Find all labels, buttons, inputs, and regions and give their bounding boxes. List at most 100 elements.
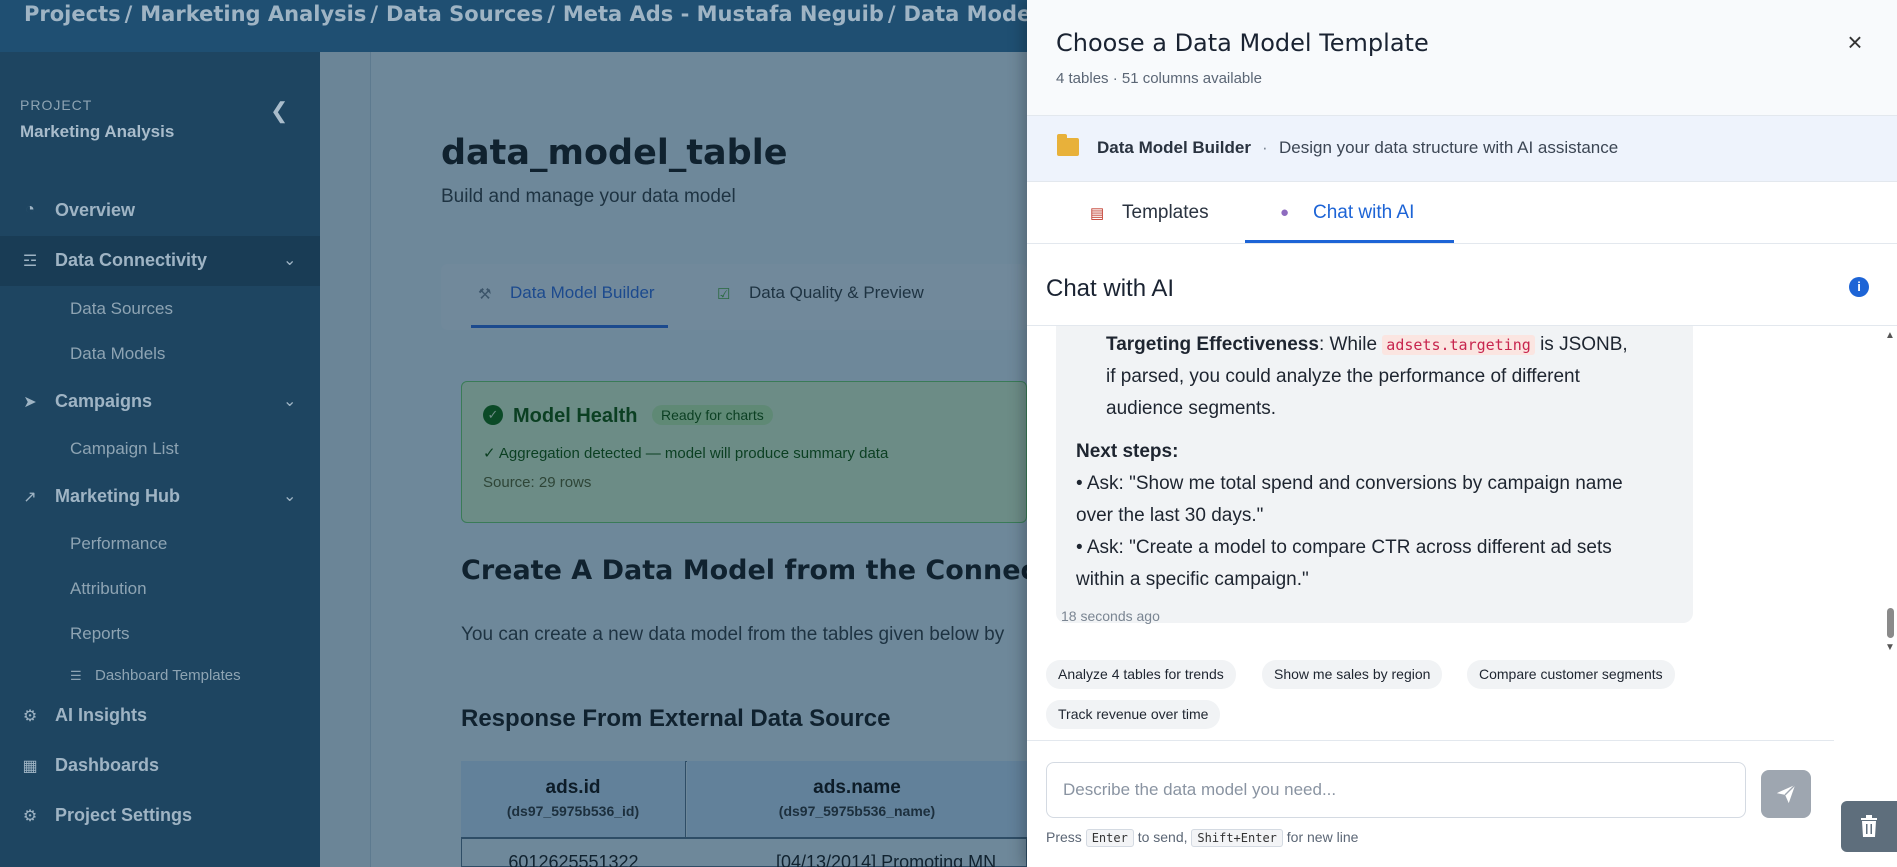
send-button[interactable] xyxy=(1761,770,1811,818)
enter-key: Enter xyxy=(1085,829,1134,847)
section-description: You can create a new data model from the… xyxy=(461,624,1005,645)
table-divider xyxy=(461,837,1027,839)
table-cell: [04/13/2014] Promoting MN xyxy=(776,852,997,867)
line-chart-icon: ↗ xyxy=(23,489,37,506)
info-icon[interactable]: i xyxy=(1849,277,1869,297)
model-health-title: Model Health xyxy=(513,405,638,427)
sidebar-item-project-settings[interactable]: ⚙ Project Settings xyxy=(0,791,320,841)
sidebar-item-label: Project Settings xyxy=(55,805,193,825)
message-line: • Ask: "Create a model to compare CTR ac… xyxy=(1076,537,1612,558)
sidebar-item-dashboards[interactable]: ▦ Dashboards xyxy=(0,741,320,791)
sidebar-item-ai-insights[interactable]: ⚙ AI Insights xyxy=(0,691,320,741)
collapse-sidebar-icon[interactable]: ❮ xyxy=(270,98,290,123)
sidebar-item-data-models[interactable]: Data Models xyxy=(70,344,165,364)
aggregation-status-text: Aggregation detected — model will produc… xyxy=(498,445,889,462)
scroll-up-arrow-icon[interactable]: ▲ xyxy=(1885,330,1895,341)
check-icon: ✓ xyxy=(483,445,499,462)
sidebar-item-performance[interactable]: Performance xyxy=(70,534,167,554)
tab-data-quality-preview[interactable]: Data Quality & Preview xyxy=(749,283,924,303)
pie-chart-icon: ◔ xyxy=(25,201,35,218)
column-name: ads.id xyxy=(545,777,601,798)
tab-templates[interactable]: Templates xyxy=(1122,202,1209,224)
tab-data-model-builder[interactable]: Data Model Builder xyxy=(510,283,655,303)
message-line: over the last 30 days." xyxy=(1076,505,1264,526)
table-header-cell: ads.name (ds97_5975b536_name) xyxy=(687,761,1027,837)
drawer-tabs: ▤ Templates ● Chat with AI xyxy=(1027,182,1897,244)
breadcrumb-meta-ads[interactable]: Meta Ads - Mustafa Neguib xyxy=(563,2,884,26)
column-key: (ds97_5975b536_name) xyxy=(778,803,936,819)
suggestion-chip[interactable]: Track revenue over time xyxy=(1046,700,1221,729)
composer-divider xyxy=(1027,740,1834,741)
breadcrumb-marketing-analysis[interactable]: Marketing Analysis xyxy=(140,2,366,26)
section-title: Create A Data Model from the Connected xyxy=(461,555,1088,586)
wrench-icon: ⚒ xyxy=(478,286,492,303)
sidebar-item-label: Marketing Hub xyxy=(55,486,181,506)
banner-separator: · xyxy=(1262,138,1268,157)
sidebar-item-attribution[interactable]: Attribution xyxy=(70,579,147,599)
gear-icon: ⚙ xyxy=(22,808,38,825)
project-name: Marketing Analysis xyxy=(20,122,175,141)
sidebar-item-campaigns[interactable]: ➤ Campaigns ⌄ xyxy=(0,377,320,427)
drawer-title: Choose a Data Model Template xyxy=(1056,29,1429,57)
message-line: within a specific campaign." xyxy=(1076,569,1309,590)
sidebar-item-data-connectivity[interactable]: ☲ Data Connectivity ⌄ xyxy=(0,236,320,286)
breadcrumb: Projects / Marketing Analysis / Data Sources… xyxy=(24,2,1100,26)
sidebar-item-reports[interactable]: Reports xyxy=(70,624,130,644)
column-name: ads.name xyxy=(813,777,901,798)
source-rows: Source: 29 rows xyxy=(483,474,592,491)
tab-chat-with-ai[interactable]: Chat with AI xyxy=(1313,202,1414,224)
chat-input[interactable] xyxy=(1046,762,1746,818)
aggregation-status: ✓ Aggregation detected — model will prod… xyxy=(483,444,888,462)
megaphone-icon: ➤ xyxy=(23,394,37,411)
page-title: data_model_table xyxy=(441,133,788,173)
message-heading: Targeting Effectiveness xyxy=(1106,334,1319,355)
folder-icon xyxy=(1057,134,1079,156)
code-snippet: adsets.targeting xyxy=(1382,335,1535,355)
breadcrumb-data-sources[interactable]: Data Sources xyxy=(386,2,543,26)
message-line: • Ask: "Show me total spend and conversi… xyxy=(1076,473,1623,494)
scroll-down-arrow-icon[interactable]: ▼ xyxy=(1885,642,1895,653)
checkbox-icon: ☑ xyxy=(717,286,731,303)
chat-header: Chat with AI i xyxy=(1027,244,1897,326)
table-cell: 6012625551322 xyxy=(508,852,639,867)
chat-messages[interactable]: Targeting Effectiveness: While adsets.ta… xyxy=(1027,326,1897,660)
send-icon xyxy=(1776,784,1796,804)
sidebar-item-label: AI Insights xyxy=(55,705,148,725)
breadcrumb-projects[interactable]: Projects xyxy=(24,2,121,26)
message-timestamp: 18 seconds ago xyxy=(1061,608,1160,624)
message-text: : While xyxy=(1318,334,1383,355)
clear-chat-button[interactable] xyxy=(1841,801,1897,852)
drawer-header: Choose a Data Model Template 4 tables · … xyxy=(1027,0,1897,116)
message-line: if parsed, you could analyze the perform… xyxy=(1106,366,1580,387)
chat-bubble-icon: ● xyxy=(1280,204,1290,221)
check-circle-icon: ✓ xyxy=(483,405,503,425)
builder-banner: Data Model Builder · Design your data st… xyxy=(1027,116,1897,182)
breadcrumb-separator: / xyxy=(370,2,379,26)
sidebar-item-label: Campaigns xyxy=(55,391,153,411)
message-text: is JSONB, xyxy=(1534,334,1628,355)
clipboard-icon: ▤ xyxy=(1090,205,1105,222)
breadcrumb-separator: / xyxy=(887,2,896,26)
page-subtitle: Build and manage your data model xyxy=(441,186,736,207)
suggestion-chip[interactable]: Show me sales by region xyxy=(1262,660,1443,689)
sidebar-item-overview[interactable]: ◔ Overview xyxy=(0,186,320,236)
hint-text: Press xyxy=(1046,829,1082,845)
database-icon: ☲ xyxy=(22,253,38,270)
sidebar-item-marketing-hub[interactable]: ↗ Marketing Hub ⌄ xyxy=(0,472,320,522)
suggestion-chip[interactable]: Analyze 4 tables for trends xyxy=(1046,660,1236,689)
sidebar-item-data-sources[interactable]: Data Sources xyxy=(70,299,173,319)
sidebar-item-label: Data Connectivity xyxy=(55,250,208,270)
sidebar-item-campaign-list[interactable]: Campaign List xyxy=(70,439,179,459)
sidebar-item-label: Overview xyxy=(55,200,136,220)
dashboard-icon: ▦ xyxy=(22,758,38,775)
close-icon[interactable]: × xyxy=(1843,29,1867,55)
sidebar: PROJECT Marketing Analysis ❮ ◔ Overview … xyxy=(0,52,320,867)
suggestion-chip[interactable]: Compare customer segments xyxy=(1467,660,1675,689)
message-line: audience segments. xyxy=(1106,398,1277,419)
active-tab-indicator xyxy=(1245,240,1454,243)
chevron-down-icon: ⌄ xyxy=(283,488,297,505)
scrollbar-thumb[interactable] xyxy=(1887,608,1894,638)
column-key: (ds97_5975b536_id) xyxy=(506,803,640,819)
sidebar-item-dashboard-templates[interactable]: Dashboard Templates xyxy=(95,667,241,684)
chat-scrollbar[interactable] xyxy=(1882,332,1892,654)
